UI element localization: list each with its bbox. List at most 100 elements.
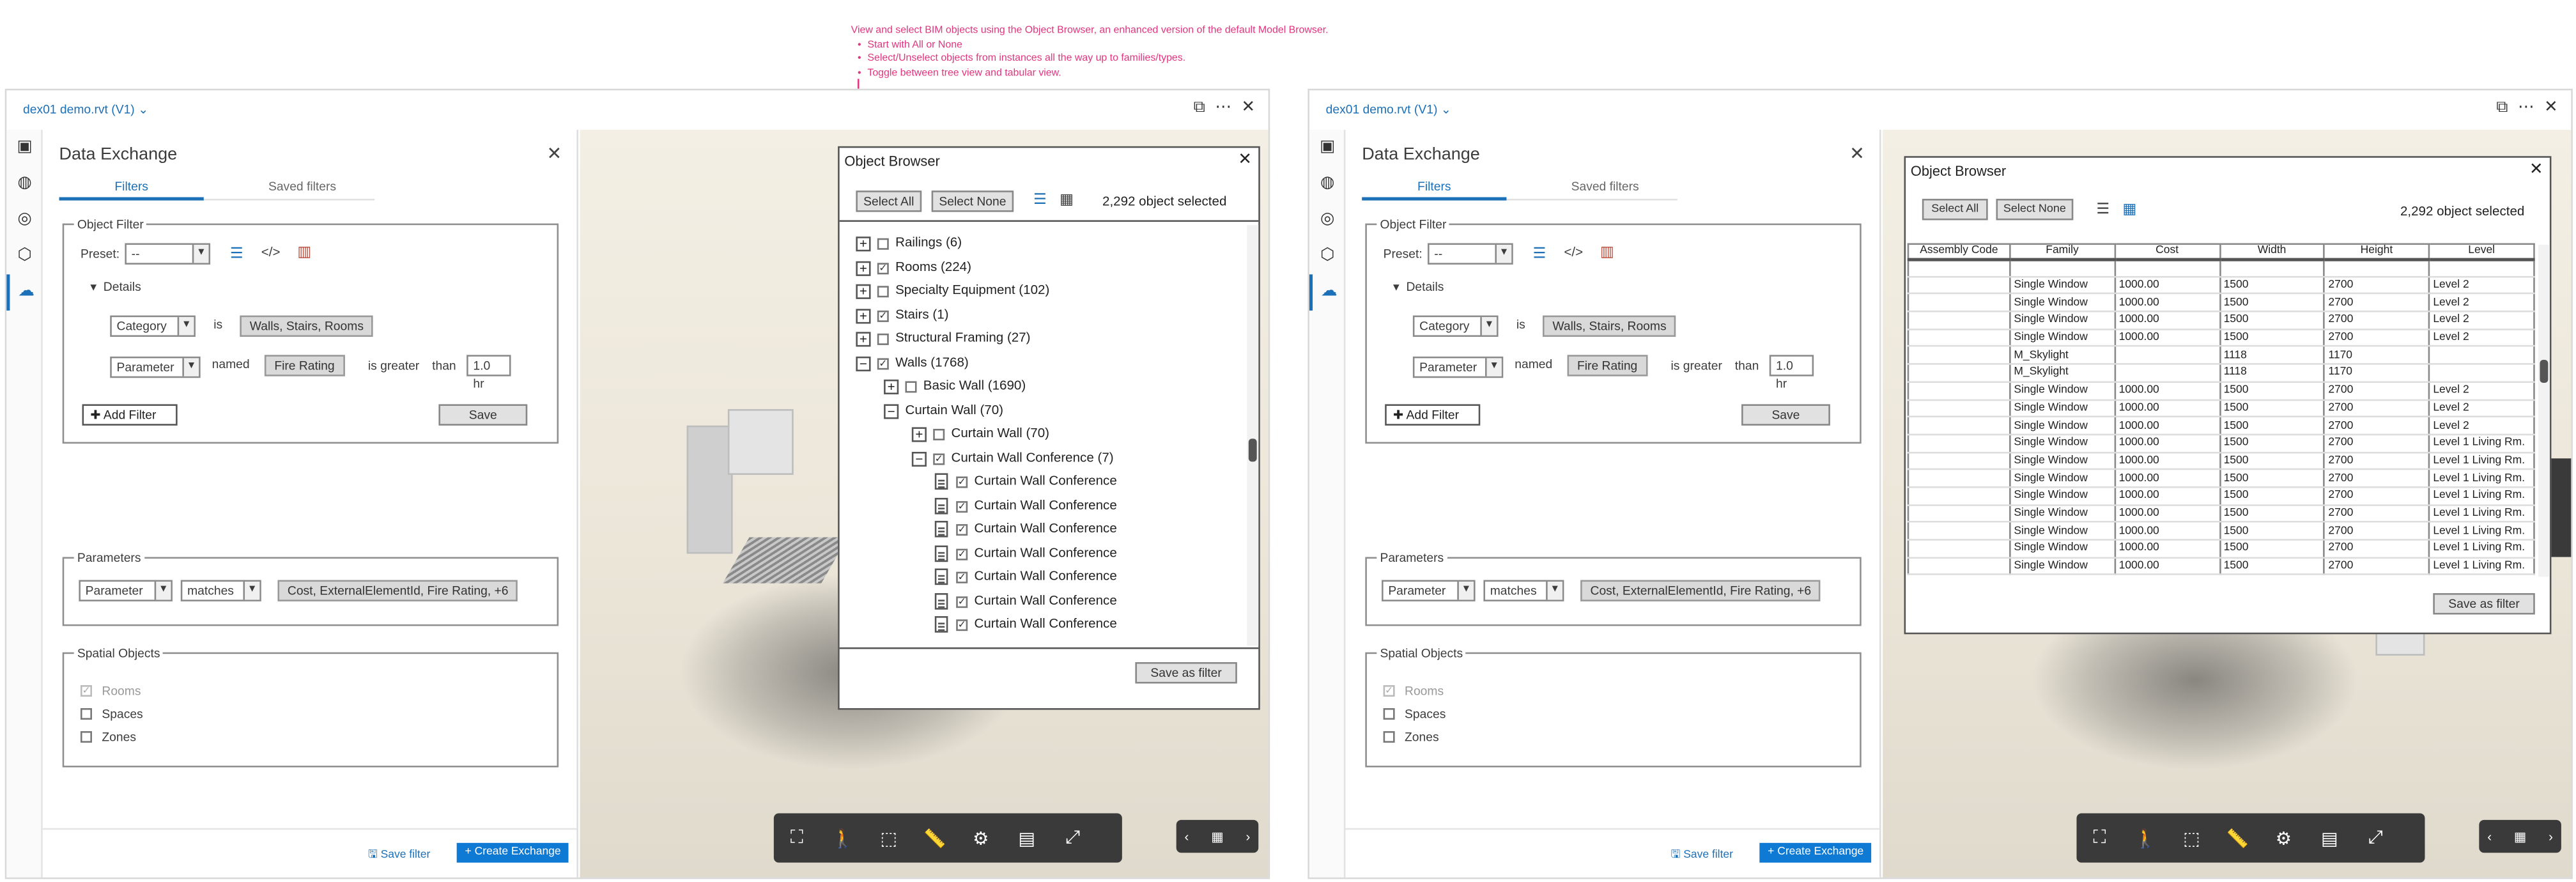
cloud-exchange-icon[interactable]: ☁ xyxy=(1309,274,1346,311)
fit-view-icon[interactable]: ⛶ xyxy=(774,827,820,848)
table-row[interactable]: Single Window 1000.00 1500 2700 Level 2 xyxy=(1907,382,2535,400)
scroll-thumb[interactable] xyxy=(2540,360,2549,383)
save-as-filter-button[interactable]: Save as filter xyxy=(2433,593,2535,615)
collapse-icon[interactable]: − xyxy=(856,355,871,371)
chevron-right-icon[interactable]: › xyxy=(2549,829,2553,844)
parameters-chip[interactable]: Cost, ExternalElementId, Fire Rating, +6 xyxy=(1580,580,1821,601)
settings-icon[interactable]: ⚙ xyxy=(2260,827,2306,849)
column-header[interactable]: Height xyxy=(2323,243,2430,261)
walk-icon[interactable]: 🚶 xyxy=(2122,827,2168,849)
category-select[interactable]: Category ▼ xyxy=(1412,315,1499,337)
grid-icon[interactable]: ▦ xyxy=(2514,829,2526,844)
add-filter-button[interactable]: ✚ Add Filter xyxy=(1385,404,1481,426)
tree-checkbox[interactable] xyxy=(905,381,917,393)
select-none-button[interactable]: Select None xyxy=(931,190,1014,212)
tree-checkbox[interactable] xyxy=(877,286,889,298)
spaces-checkbox[interactable] xyxy=(1383,708,1395,720)
cube-icon[interactable]: ⬡ xyxy=(6,238,43,275)
close-icon[interactable]: ✕ xyxy=(2544,98,2558,116)
tree-checkbox[interactable] xyxy=(877,262,889,274)
chevron-right-icon[interactable]: › xyxy=(1246,829,1251,844)
more-icon[interactable]: ⋯ xyxy=(2518,98,2534,116)
close-icon[interactable]: ✕ xyxy=(2529,161,2543,179)
select-none-button[interactable]: Select None xyxy=(1996,199,2074,220)
table-row[interactable]: Single Window 1000.00 1500 2700 Level 2 xyxy=(1907,311,2535,330)
parameter-name-chip[interactable]: Fire Rating xyxy=(264,355,345,376)
close-icon[interactable]: ✕ xyxy=(1238,151,1252,169)
tree-checkbox[interactable] xyxy=(877,333,889,345)
save-filter-link[interactable]: 🖫 Save filter xyxy=(368,848,430,866)
table-scrollbar[interactable] xyxy=(2538,245,2550,577)
tree-view-icon[interactable]: ☰ xyxy=(2096,201,2109,219)
tab-filters[interactable]: Filters xyxy=(1362,179,1507,201)
tree-checkbox[interactable] xyxy=(956,524,968,536)
value-input[interactable]: 1.0 hr xyxy=(467,355,511,391)
preset-select[interactable]: -- ▼ xyxy=(125,243,211,265)
tree-checkbox[interactable] xyxy=(956,571,968,584)
code-view-icon[interactable]: </> xyxy=(1564,245,1583,259)
category-chip[interactable]: Walls, Stairs, Rooms xyxy=(1542,315,1677,337)
table-row[interactable]: Single Window 1000.00 1500 2700 Level 1 Livi… xyxy=(1907,557,2535,576)
globe-icon[interactable]: ◍ xyxy=(6,166,43,203)
table-row[interactable]: M_Skylight 1118 1170 xyxy=(1907,364,2535,383)
revit-icon[interactable]: ▣ xyxy=(1309,130,1346,166)
details-toggle[interactable]: ▾ Details xyxy=(1393,279,1444,294)
parameter-select[interactable]: Parameter ▼ xyxy=(110,356,201,378)
cube-icon[interactable]: ⬡ xyxy=(1309,238,1346,275)
expand-icon[interactable]: + xyxy=(884,379,899,394)
object-browser-icon[interactable]: ▥ xyxy=(297,243,311,261)
save-as-filter-button[interactable]: Save as filter xyxy=(1135,662,1237,684)
spaces-checkbox[interactable] xyxy=(80,708,92,720)
tree-checkbox[interactable] xyxy=(933,453,945,465)
create-exchange-button[interactable]: + Create Exchange xyxy=(456,842,569,863)
expand-icon[interactable]: + xyxy=(856,332,871,347)
chevron-left-icon[interactable]: ‹ xyxy=(1185,829,1189,844)
table-row[interactable]: Single Window 1000.00 1500 2700 Level 1 Livi… xyxy=(1907,522,2535,541)
tree-checkbox[interactable] xyxy=(956,548,968,560)
globe-icon[interactable]: ◍ xyxy=(1309,166,1346,203)
window-toggle-icon[interactable]: ⧉ xyxy=(1194,98,1205,116)
tree-checkbox[interactable] xyxy=(956,500,968,512)
table-row[interactable]: Single Window 1000.00 1500 2700 Level 1 Livi… xyxy=(1907,539,2535,559)
collapse-icon[interactable]: − xyxy=(911,451,927,466)
table-view-icon[interactable]: ▦ xyxy=(1060,190,1074,208)
settings-icon[interactable]: ⚙ xyxy=(958,827,1004,849)
table-row[interactable]: Single Window 1000.00 1500 2700 Level 2 xyxy=(1907,399,2535,418)
preset-select[interactable]: -- ▼ xyxy=(1428,243,1513,265)
expand-icon[interactable]: + xyxy=(856,236,871,252)
close-icon[interactable]: ✕ xyxy=(1849,143,1865,164)
table-row[interactable]: Single Window 1000.00 1500 2700 Level 1 Livi… xyxy=(1907,434,2535,453)
table-row[interactable]: Single Window 1000.00 1500 2700 Level 1 Livi… xyxy=(1907,452,2535,470)
chevron-left-icon[interactable]: ‹ xyxy=(2487,829,2492,844)
save-filter-link[interactable]: 🖫 Save filter xyxy=(1671,848,1733,866)
measure-icon[interactable]: 📏 xyxy=(2214,827,2260,849)
zoom-window-icon[interactable]: ⬚ xyxy=(2168,827,2214,849)
table-row[interactable]: Single Window 1000.00 1500 2700 Level 2 xyxy=(1907,329,2535,348)
details-toggle[interactable]: ▾ Details xyxy=(90,279,141,294)
tree-checkbox[interactable] xyxy=(877,309,889,321)
matches-select[interactable]: matches ▼ xyxy=(1483,580,1564,601)
close-icon[interactable]: ✕ xyxy=(1242,98,1256,116)
expand-icon[interactable]: + xyxy=(856,308,871,323)
tree-view-icon[interactable]: ☰ xyxy=(1533,245,1546,263)
check-circle-icon[interactable]: ◎ xyxy=(6,202,43,238)
matches-select[interactable]: matches ▼ xyxy=(180,580,261,601)
tree-checkbox[interactable] xyxy=(933,428,945,440)
tree-view-icon[interactable]: ☰ xyxy=(230,245,243,263)
category-select[interactable]: Category ▼ xyxy=(110,315,196,337)
expand-icon[interactable]: + xyxy=(856,284,871,299)
parameter-select[interactable]: Parameter ▼ xyxy=(79,580,173,601)
parameter-select[interactable]: Parameter ▼ xyxy=(1412,356,1504,378)
add-filter-button[interactable]: ✚ Add Filter xyxy=(82,404,178,426)
expand-icon[interactable]: + xyxy=(911,427,927,442)
table-row[interactable]: Single Window 1000.00 1500 2700 Level 1 Livi… xyxy=(1907,504,2535,523)
select-all-button[interactable]: Select All xyxy=(856,190,922,212)
properties-icon[interactable]: ▤ xyxy=(1004,827,1050,849)
table-view-icon[interactable]: ▦ xyxy=(2122,201,2136,219)
save-button[interactable]: Save xyxy=(438,404,528,426)
parameter-name-chip[interactable]: Fire Rating xyxy=(1567,355,1647,376)
collapse-icon[interactable]: − xyxy=(884,403,899,419)
properties-icon[interactable]: ▤ xyxy=(2306,827,2352,849)
tree-view-icon[interactable]: ☰ xyxy=(1033,190,1047,208)
column-header[interactable]: Cost xyxy=(2113,243,2221,261)
